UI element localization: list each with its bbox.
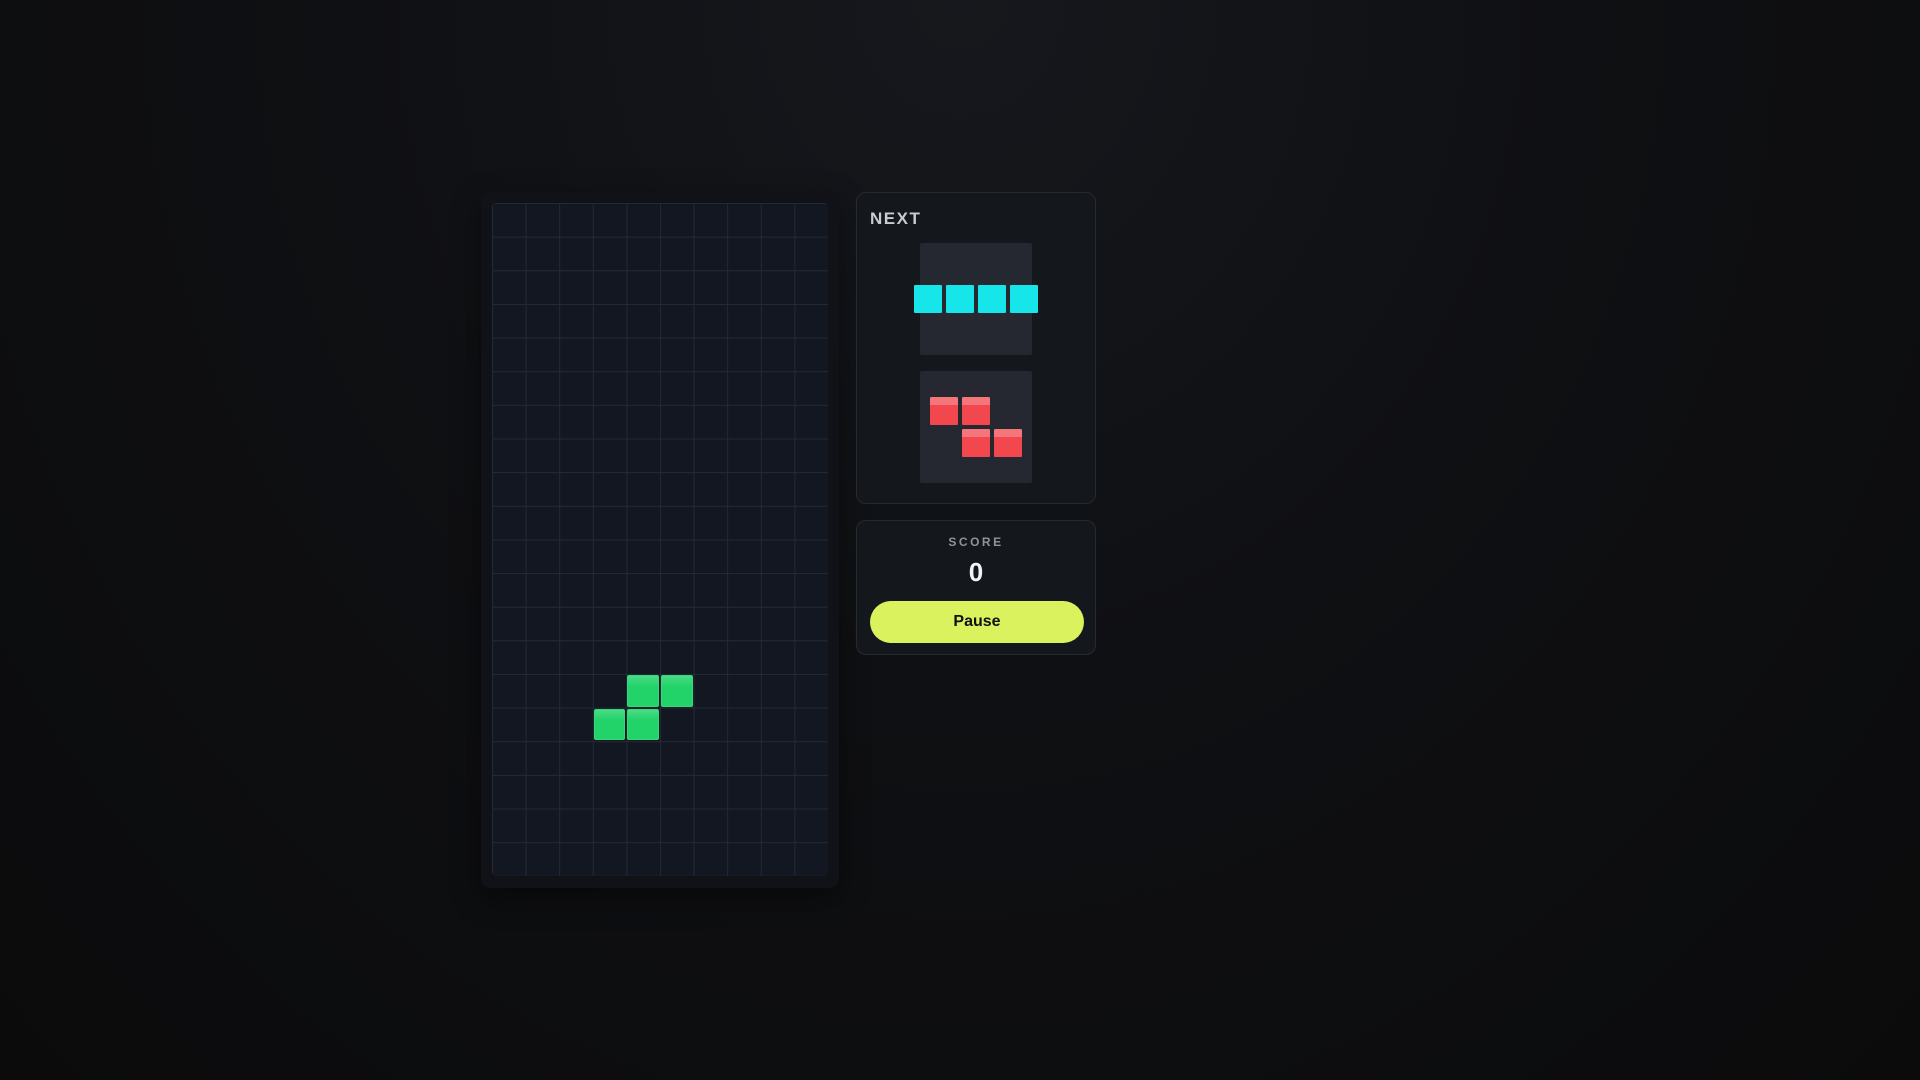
next-piece-block xyxy=(978,285,1006,313)
active-piece-block xyxy=(593,708,626,741)
pause-button[interactable]: Pause xyxy=(870,601,1084,643)
next-piece-block xyxy=(930,397,958,425)
next-panel: NEXT xyxy=(856,192,1096,504)
next-piece-block xyxy=(962,397,990,425)
board-grid xyxy=(492,203,828,876)
next-piece-block xyxy=(946,285,974,313)
active-piece-block xyxy=(627,675,659,707)
next-piece-preview-1 xyxy=(914,243,1038,355)
score-label: SCORE xyxy=(948,535,1004,549)
next-piece-block xyxy=(914,285,942,313)
score-value: 0 xyxy=(968,557,984,587)
next-piece-block xyxy=(994,429,1022,457)
next-piece-block xyxy=(1010,285,1038,313)
next-piece-block xyxy=(962,429,990,457)
next-piece-preview-2 xyxy=(920,371,1032,483)
next-title: NEXT xyxy=(870,209,922,228)
game-board-frame xyxy=(481,192,839,888)
active-piece-block xyxy=(627,708,659,741)
score-panel: SCORE 0 Pause xyxy=(856,520,1096,655)
game-board xyxy=(492,203,828,876)
active-piece-block xyxy=(661,675,693,707)
